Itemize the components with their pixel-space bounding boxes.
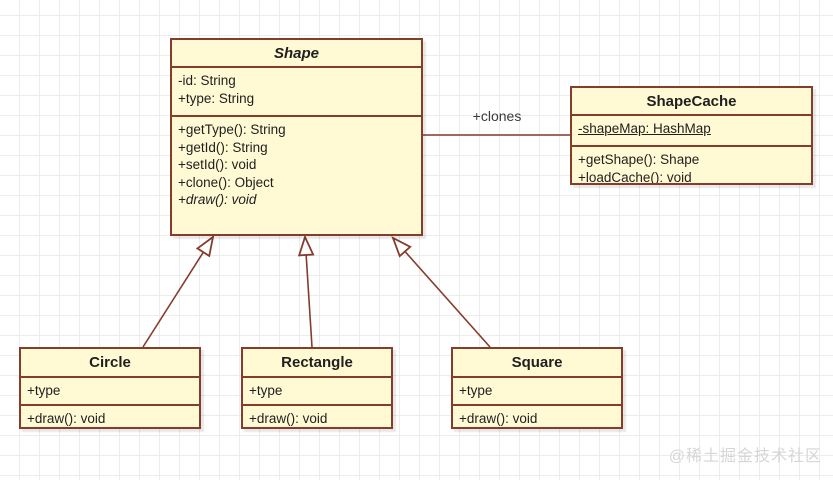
class-box-rectangle[interactable]: Rectangle +type +draw(): void	[241, 347, 393, 429]
watermark: @稀土掘金技术社区	[668, 448, 822, 465]
attribute-row: -id: String	[178, 73, 236, 88]
attribute-row: +type	[459, 383, 493, 398]
diagram-canvas[interactable]: +clones Shape -id: String +type: String +…	[0, 0, 833, 480]
class-box-circle[interactable]: Circle +type +draw(): void	[19, 347, 201, 429]
generalization-arrow-circle-shape[interactable]	[142, 234, 215, 348]
class-title: ShapeCache	[646, 92, 737, 110]
class-title: Circle	[89, 354, 131, 371]
method-row: +setId(): void	[178, 157, 257, 172]
methods-compartment: +draw(): void	[453, 404, 621, 427]
method-row: +getShape(): Shape	[578, 152, 700, 167]
attributes-compartment: +type	[243, 376, 391, 404]
methods-compartment: +draw(): void	[21, 404, 199, 427]
method-row: +getId(): String	[178, 139, 268, 155]
attribute-row: -shapeMap: HashMap	[578, 121, 711, 136]
edge-label-clones: +clones	[472, 108, 522, 124]
method-row: +getType(): String	[178, 122, 286, 137]
class-title: Rectangle	[281, 354, 353, 371]
attribute-row: +type: String	[178, 90, 255, 106]
methods-compartment: +draw(): void	[243, 404, 391, 427]
attributes-compartment: +type	[453, 376, 621, 404]
generalization-arrow-square-shape[interactable]	[391, 236, 491, 348]
method-row: +loadCache(): void	[578, 169, 692, 184]
class-box-square[interactable]: Square +type +draw(): void	[451, 347, 623, 429]
method-row: +draw(): void	[249, 411, 328, 426]
attribute-row: +type	[27, 383, 61, 398]
attributes-compartment: -id: String +type: String	[172, 66, 421, 115]
class-title: Shape	[273, 44, 319, 62]
method-row: +draw(): void	[459, 411, 538, 426]
attribute-row: +type	[249, 383, 283, 398]
methods-compartment: +getShape(): Shape +loadCache(): void	[572, 145, 811, 183]
method-row: +clone(): Object	[178, 174, 274, 190]
method-row: +draw(): void	[178, 192, 257, 207]
class-box-shapecache[interactable]: ShapeCache -shapeMap: HashMap +getShape(…	[570, 86, 813, 185]
class-box-shape[interactable]: Shape -id: String +type: String +getType(…	[170, 38, 423, 236]
method-row: +draw(): void	[27, 411, 106, 426]
attributes-compartment: -shapeMap: HashMap	[572, 114, 811, 145]
class-title: Square	[511, 354, 563, 371]
generalization-arrow-rectangle-shape[interactable]	[297, 234, 315, 348]
methods-compartment: +getType(): String +getId(): String +setId…	[172, 115, 421, 234]
attributes-compartment: +type	[21, 376, 199, 404]
